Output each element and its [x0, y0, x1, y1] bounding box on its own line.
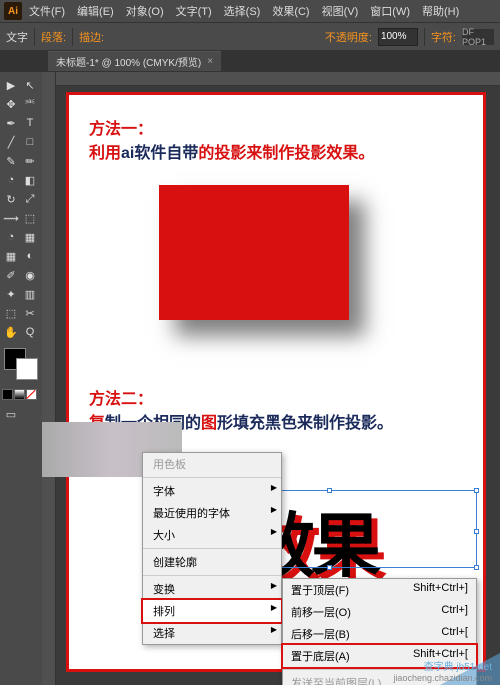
eyedropper-tool[interactable]: ✐ [2, 266, 20, 284]
method1-text: 方法一： 利用ai软件自带的投影来制作投影效果。 [89, 115, 374, 163]
menu-window[interactable]: 窗口(W) [365, 1, 415, 21]
zoom-tool[interactable]: Q [21, 323, 39, 341]
opacity-input[interactable] [378, 28, 418, 46]
ctx-create-outlines[interactable]: 创建轮廓 [143, 551, 281, 573]
ctx-font[interactable]: 字体 [143, 480, 281, 502]
color-mode-gradient[interactable] [14, 389, 25, 400]
menu-file[interactable]: 文件(F) [24, 1, 70, 21]
menu-effect[interactable]: 效果(C) [267, 1, 314, 21]
pencil-tool[interactable]: ✏ [21, 152, 39, 170]
context-menu: 用色板 字体 最近使用的字体 大小 创建轮廓 变换 排列 选择 [142, 452, 282, 645]
blend-tool[interactable]: ◉ [21, 266, 39, 284]
opt-tool-label: 文字 [6, 29, 28, 45]
document-tab-bar: 未标题-1* @ 100% (CMYK/预览) × [0, 50, 500, 72]
ctx-arrange[interactable]: 排列 [143, 600, 281, 622]
font-name-display[interactable]: DF POP1 [462, 29, 494, 45]
perspective-grid-tool[interactable]: ▦ [21, 228, 39, 246]
ctx-recent-fonts[interactable]: 最近使用的字体 [143, 502, 281, 524]
free-transform-tool[interactable]: ⬚ [21, 209, 39, 227]
watermark: 查字典 jb51.net jiaocheng.chazidian.com [393, 658, 492, 683]
canvas[interactable]: 方法一： 利用ai软件自带的投影来制作投影效果。 方法二： 复制一个相同的图形填… [42, 72, 500, 685]
eraser-tool[interactable]: ◧ [21, 171, 39, 189]
close-icon[interactable]: × [207, 56, 213, 67]
tools-panel: ▶↖ ✥⎃ ✒T ╱□ ✎✏ ◔◧ ↻⤢ ⟿⬚ ◔▦ ▦◐ ✐◉ ✦▥ ⬚✂ ✋… [0, 72, 42, 685]
sub-bring-forward[interactable]: 前移一层(O)Ctrl+] [283, 601, 476, 623]
document-tab[interactable]: 未标题-1* @ 100% (CMYK/预览) × [48, 51, 221, 71]
gradient-tool[interactable]: ◐ [21, 247, 39, 265]
screen-mode-tool[interactable]: ▭ [2, 405, 20, 423]
lasso-tool[interactable]: ⎃ [21, 95, 39, 113]
ctx-swatch: 用色板 [143, 453, 281, 475]
slice-tool[interactable]: ✂ [21, 304, 39, 322]
paintbrush-tool[interactable]: ✎ [2, 152, 20, 170]
menu-edit[interactable]: 编辑(E) [72, 1, 119, 21]
menu-help[interactable]: 帮助(H) [417, 1, 464, 21]
blob-brush-tool[interactable]: ◔ [2, 171, 20, 189]
hand-tool[interactable]: ✋ [2, 323, 20, 341]
symbol-sprayer-tool[interactable]: ✦ [2, 285, 20, 303]
pen-tool[interactable]: ✒ [2, 114, 20, 132]
opt-char-label[interactable]: 字符: [431, 29, 456, 45]
direct-selection-tool[interactable]: ↖ [21, 76, 39, 94]
sub-send-backward[interactable]: 后移一层(B)Ctrl+[ [283, 623, 476, 645]
column-graph-tool[interactable]: ▥ [21, 285, 39, 303]
mesh-tool[interactable]: ▦ [2, 247, 20, 265]
scale-tool[interactable]: ⤢ [21, 190, 39, 208]
red-rectangle-shape[interactable] [159, 185, 349, 320]
line-tool[interactable]: ╱ [2, 133, 20, 151]
menu-bar: Ai 文件(F) 编辑(E) 对象(O) 文字(T) 选择(S) 效果(C) 视… [0, 0, 500, 22]
opt-opacity-label: 不透明度: [325, 29, 372, 45]
ctx-transform[interactable]: 变换 [143, 578, 281, 600]
opt-paragraph[interactable]: 段落: [41, 29, 66, 45]
tab-title: 未标题-1* @ 100% (CMYK/预览) [56, 54, 201, 69]
menu-view[interactable]: 视图(V) [317, 1, 364, 21]
rotate-tool[interactable]: ↻ [2, 190, 20, 208]
magic-wand-tool[interactable]: ✥ [2, 95, 20, 113]
color-mode-none[interactable] [26, 389, 37, 400]
ctx-size[interactable]: 大小 [143, 524, 281, 546]
stroke-color-swatch[interactable] [16, 358, 38, 380]
menu-object[interactable]: 对象(O) [121, 1, 169, 21]
sub-bring-front[interactable]: 置于顶层(F)Shift+Ctrl+] [283, 579, 476, 601]
ruler-horizontal [56, 72, 500, 86]
color-mode-solid[interactable] [2, 389, 13, 400]
type-tool[interactable]: T [21, 114, 39, 132]
selection-tool[interactable]: ▶ [2, 76, 20, 94]
width-tool[interactable]: ⟿ [2, 209, 20, 227]
options-bar: 文字 段落: 描边: 不透明度: 字符: DF POP1 [0, 22, 500, 50]
rectangle-tool[interactable]: □ [21, 133, 39, 151]
menu-type[interactable]: 文字(T) [171, 1, 217, 21]
opt-stroke[interactable]: 描边: [79, 29, 104, 45]
menu-select[interactable]: 选择(S) [219, 1, 266, 21]
ruler-vertical [42, 72, 56, 685]
ctx-select[interactable]: 选择 [143, 622, 281, 644]
shape-builder-tool[interactable]: ◔ [2, 228, 20, 246]
app-logo: Ai [4, 2, 22, 20]
artboard-tool[interactable]: ⬚ [2, 304, 20, 322]
color-swatches[interactable] [2, 346, 40, 394]
